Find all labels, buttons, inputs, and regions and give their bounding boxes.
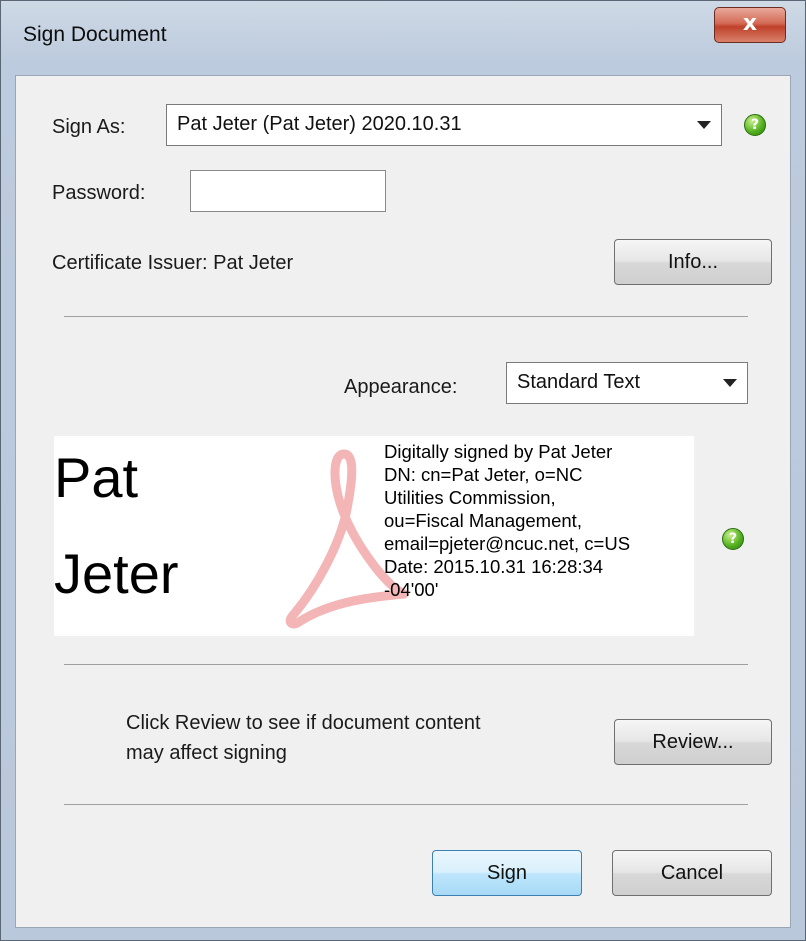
signer-name-line-1: Pat xyxy=(54,446,139,509)
password-label: Password: xyxy=(52,182,146,204)
signer-name-line-2: Jeter xyxy=(54,542,179,605)
detail-line: Utilities Commission, xyxy=(384,487,556,508)
sign-as-value: Pat Jeter (Pat Jeter) 2020.10.31 xyxy=(177,113,462,135)
separator xyxy=(64,664,748,665)
signature-preview: Pat Jeter Digitally signed by Pat Jeter … xyxy=(54,436,694,636)
password-field[interactable] xyxy=(190,170,386,212)
separator xyxy=(64,316,748,317)
detail-line: email=pjeter@ncuc.net, c=US xyxy=(384,533,631,554)
review-hint-line-1: Click Review to see if document content xyxy=(126,712,481,734)
cancel-button[interactable]: Cancel xyxy=(612,850,772,896)
sign-as-dropdown[interactable]: Pat Jeter (Pat Jeter) 2020.10.31 xyxy=(166,104,722,146)
sign-button[interactable]: Sign xyxy=(432,850,582,896)
detail-line: DN: cn=Pat Jeter, o=NC xyxy=(384,464,583,485)
review-hint-line-2: may affect signing xyxy=(126,742,287,764)
detail-line: ou=Fiscal Management, xyxy=(384,510,582,531)
chevron-down-icon xyxy=(723,379,737,387)
close-icon: x xyxy=(742,11,758,36)
info-button[interactable]: Info... xyxy=(614,239,772,285)
certificate-issuer-text: Certificate Issuer: Pat Jeter xyxy=(52,252,294,274)
dialog-title: Sign Document xyxy=(23,23,167,46)
close-button[interactable]: x xyxy=(714,7,786,43)
separator xyxy=(64,804,748,805)
review-button[interactable]: Review... xyxy=(614,719,772,765)
title-bar[interactable]: Sign Document x xyxy=(1,1,805,75)
sign-document-dialog: Sign Document x Sign As: Pat Jeter (Pat … xyxy=(0,0,806,941)
detail-line: Date: 2015.10.31 16:28:34 xyxy=(384,556,604,577)
sign-as-label: Sign As: xyxy=(52,116,126,138)
help-icon[interactable]: ? xyxy=(744,114,766,136)
appearance-value: Standard Text xyxy=(517,371,641,393)
detail-line: -04'00' xyxy=(384,579,439,600)
dialog-body: Sign As: Pat Jeter (Pat Jeter) 2020.10.3… xyxy=(15,75,791,928)
chevron-down-icon xyxy=(697,121,711,129)
appearance-label: Appearance: xyxy=(344,376,458,398)
help-icon[interactable]: ? xyxy=(722,528,744,550)
appearance-dropdown[interactable]: Standard Text xyxy=(506,362,748,404)
detail-line: Digitally signed by Pat Jeter xyxy=(384,441,613,462)
signature-details: Digitally signed by Pat Jeter DN: cn=Pat… xyxy=(384,440,630,601)
